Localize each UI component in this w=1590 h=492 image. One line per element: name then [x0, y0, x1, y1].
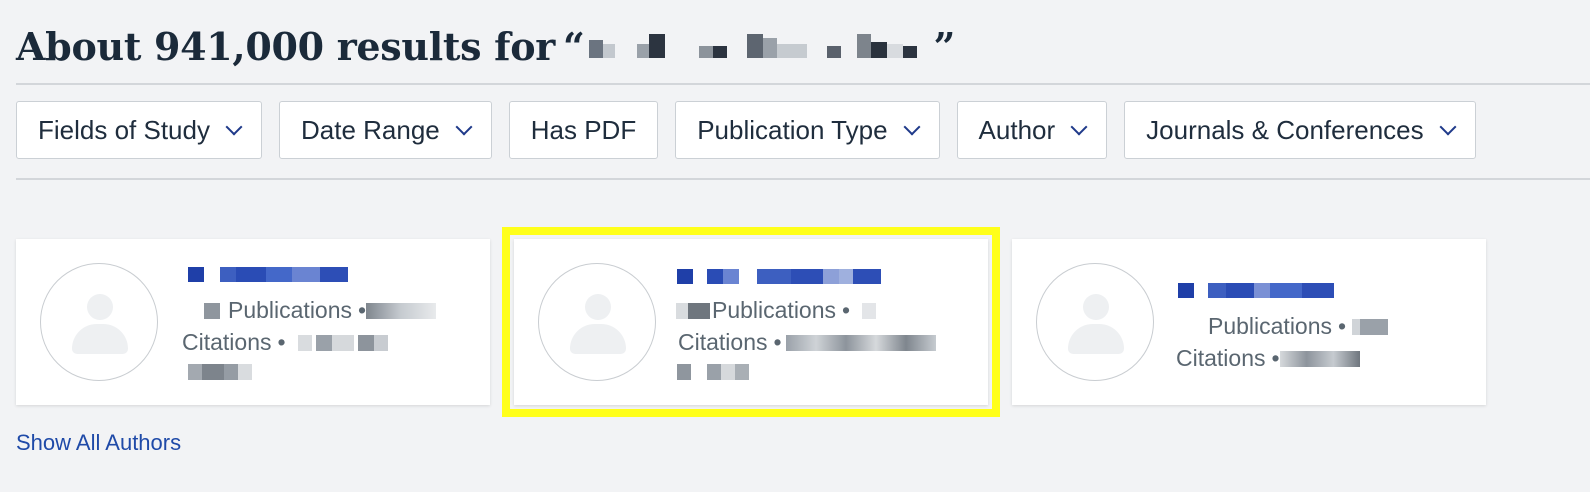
open-quote: “ [562, 24, 585, 69]
chevron-down-icon [455, 118, 473, 136]
citations-stat: Citations • [1176, 345, 1360, 372]
publication-type-filter[interactable]: Publication Type [675, 101, 940, 159]
search-query: “ ” [563, 24, 955, 69]
author-name-redacted[interactable] [188, 267, 348, 282]
citations-stat: Citations • [678, 329, 936, 356]
publications-stat: Publications • [204, 297, 437, 324]
publications-stat: Publications • [676, 297, 877, 324]
close-quote: ” [933, 24, 956, 69]
user-avatar-icon [40, 263, 158, 381]
affiliation-redacted [677, 364, 749, 380]
journals-conferences-filter[interactable]: Journals & Conferences [1124, 101, 1476, 159]
citations-label: Citations [1176, 345, 1266, 371]
author-card[interactable]: Publications • Citations • [1012, 239, 1486, 405]
publications-label: Publications [712, 297, 837, 323]
results-heading: About 941,000 results for “ ” [16, 24, 955, 69]
publications-label: Publications [1208, 313, 1333, 339]
fields-of-study-filter[interactable]: Fields of Study [16, 101, 262, 159]
filter-divider [16, 178, 1590, 180]
show-all-authors-link[interactable]: Show All Authors [16, 430, 181, 456]
publications-label: Publications [228, 297, 353, 323]
chevron-down-icon [903, 118, 921, 136]
filter-label: Fields of Study [38, 114, 210, 145]
citations-stat: Citations • [182, 329, 388, 356]
user-avatar-icon [1036, 263, 1154, 381]
author-filter[interactable]: Author [956, 101, 1108, 159]
filter-label: Journals & Conferences [1146, 114, 1424, 145]
chevron-down-icon [1439, 118, 1457, 136]
publications-stat: Publications • [1208, 313, 1389, 340]
citations-label: Citations [182, 329, 272, 355]
filter-label: Date Range [300, 114, 440, 145]
filter-bar: Fields of Study Date Range Has PDF Publi… [16, 101, 1476, 159]
results-count-text: About 941,000 results for [16, 24, 555, 69]
redacted-query-text [587, 30, 932, 64]
author-name-redacted[interactable] [1178, 283, 1338, 298]
date-range-filter[interactable]: Date Range [278, 101, 492, 159]
top-divider [16, 83, 1590, 85]
filter-label: Has PDF [530, 114, 637, 145]
author-card[interactable]: Publications • Citations • [16, 239, 490, 405]
citations-label: Citations [678, 329, 768, 355]
filter-label: Publication Type [697, 114, 888, 145]
author-name-redacted[interactable] [677, 269, 887, 284]
chevron-down-icon [1070, 118, 1088, 136]
user-avatar-icon [538, 263, 656, 381]
author-card-highlighted[interactable]: Publications • Citations • [502, 227, 1000, 417]
filter-label: Author [978, 114, 1056, 145]
affiliation-redacted [188, 364, 252, 380]
chevron-down-icon [225, 118, 243, 136]
has-pdf-filter[interactable]: Has PDF [508, 101, 659, 159]
